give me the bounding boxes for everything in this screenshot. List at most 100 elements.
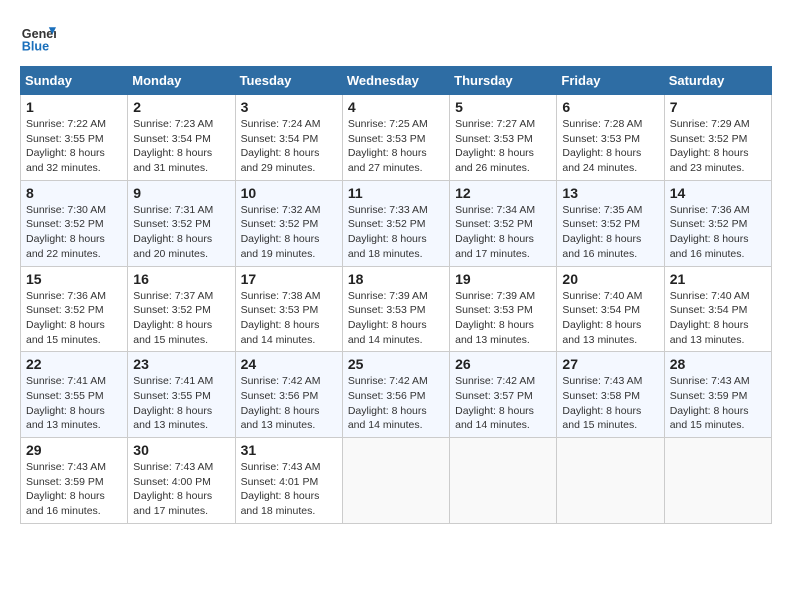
day-number: 8 [26, 185, 122, 201]
calendar-day-cell: 26 Sunrise: 7:42 AM Sunset: 3:57 PM Dayl… [450, 352, 557, 438]
day-info: Sunrise: 7:27 AM Sunset: 3:53 PM Dayligh… [455, 117, 551, 176]
day-info: Sunrise: 7:23 AM Sunset: 3:54 PM Dayligh… [133, 117, 229, 176]
calendar-day-cell: 2 Sunrise: 7:23 AM Sunset: 3:54 PM Dayli… [128, 95, 235, 181]
day-info: Sunrise: 7:43 AM Sunset: 4:00 PM Dayligh… [133, 460, 229, 519]
calendar-day-cell: 10 Sunrise: 7:32 AM Sunset: 3:52 PM Dayl… [235, 180, 342, 266]
weekday-header-friday: Friday [557, 67, 664, 95]
day-info: Sunrise: 7:33 AM Sunset: 3:52 PM Dayligh… [348, 203, 444, 262]
day-info: Sunrise: 7:31 AM Sunset: 3:52 PM Dayligh… [133, 203, 229, 262]
calendar-day-cell [342, 438, 449, 524]
calendar-day-cell: 16 Sunrise: 7:37 AM Sunset: 3:52 PM Dayl… [128, 266, 235, 352]
day-info: Sunrise: 7:40 AM Sunset: 3:54 PM Dayligh… [562, 289, 658, 348]
day-info: Sunrise: 7:24 AM Sunset: 3:54 PM Dayligh… [241, 117, 337, 176]
weekday-header-monday: Monday [128, 67, 235, 95]
day-number: 27 [562, 356, 658, 372]
day-info: Sunrise: 7:32 AM Sunset: 3:52 PM Dayligh… [241, 203, 337, 262]
day-info: Sunrise: 7:29 AM Sunset: 3:52 PM Dayligh… [670, 117, 766, 176]
day-number: 14 [670, 185, 766, 201]
day-info: Sunrise: 7:35 AM Sunset: 3:52 PM Dayligh… [562, 203, 658, 262]
day-number: 9 [133, 185, 229, 201]
calendar-day-cell: 21 Sunrise: 7:40 AM Sunset: 3:54 PM Dayl… [664, 266, 771, 352]
day-number: 24 [241, 356, 337, 372]
day-number: 26 [455, 356, 551, 372]
calendar-day-cell: 30 Sunrise: 7:43 AM Sunset: 4:00 PM Dayl… [128, 438, 235, 524]
day-number: 10 [241, 185, 337, 201]
calendar-day-cell: 19 Sunrise: 7:39 AM Sunset: 3:53 PM Dayl… [450, 266, 557, 352]
day-number: 28 [670, 356, 766, 372]
calendar-day-cell: 1 Sunrise: 7:22 AM Sunset: 3:55 PM Dayli… [21, 95, 128, 181]
weekday-header-row: SundayMondayTuesdayWednesdayThursdayFrid… [21, 67, 772, 95]
day-info: Sunrise: 7:30 AM Sunset: 3:52 PM Dayligh… [26, 203, 122, 262]
day-info: Sunrise: 7:40 AM Sunset: 3:54 PM Dayligh… [670, 289, 766, 348]
logo-icon: General Blue [20, 20, 56, 56]
logo: General Blue [20, 20, 56, 56]
day-number: 1 [26, 99, 122, 115]
day-info: Sunrise: 7:37 AM Sunset: 3:52 PM Dayligh… [133, 289, 229, 348]
day-number: 6 [562, 99, 658, 115]
day-info: Sunrise: 7:43 AM Sunset: 3:59 PM Dayligh… [26, 460, 122, 519]
day-number: 23 [133, 356, 229, 372]
day-number: 11 [348, 185, 444, 201]
day-number: 22 [26, 356, 122, 372]
calendar-day-cell: 15 Sunrise: 7:36 AM Sunset: 3:52 PM Dayl… [21, 266, 128, 352]
calendar-week-row: 22 Sunrise: 7:41 AM Sunset: 3:55 PM Dayl… [21, 352, 772, 438]
calendar-week-row: 8 Sunrise: 7:30 AM Sunset: 3:52 PM Dayli… [21, 180, 772, 266]
calendar-week-row: 29 Sunrise: 7:43 AM Sunset: 3:59 PM Dayl… [21, 438, 772, 524]
day-number: 20 [562, 271, 658, 287]
weekday-header-wednesday: Wednesday [342, 67, 449, 95]
calendar-day-cell: 7 Sunrise: 7:29 AM Sunset: 3:52 PM Dayli… [664, 95, 771, 181]
calendar-day-cell: 17 Sunrise: 7:38 AM Sunset: 3:53 PM Dayl… [235, 266, 342, 352]
day-number: 12 [455, 185, 551, 201]
day-number: 29 [26, 442, 122, 458]
day-info: Sunrise: 7:34 AM Sunset: 3:52 PM Dayligh… [455, 203, 551, 262]
day-info: Sunrise: 7:42 AM Sunset: 3:56 PM Dayligh… [348, 374, 444, 433]
day-number: 3 [241, 99, 337, 115]
day-info: Sunrise: 7:43 AM Sunset: 3:59 PM Dayligh… [670, 374, 766, 433]
calendar-day-cell: 14 Sunrise: 7:36 AM Sunset: 3:52 PM Dayl… [664, 180, 771, 266]
calendar-day-cell: 4 Sunrise: 7:25 AM Sunset: 3:53 PM Dayli… [342, 95, 449, 181]
calendar-day-cell: 28 Sunrise: 7:43 AM Sunset: 3:59 PM Dayl… [664, 352, 771, 438]
calendar-day-cell: 12 Sunrise: 7:34 AM Sunset: 3:52 PM Dayl… [450, 180, 557, 266]
calendar-day-cell: 6 Sunrise: 7:28 AM Sunset: 3:53 PM Dayli… [557, 95, 664, 181]
calendar-day-cell: 5 Sunrise: 7:27 AM Sunset: 3:53 PM Dayli… [450, 95, 557, 181]
day-info: Sunrise: 7:36 AM Sunset: 3:52 PM Dayligh… [670, 203, 766, 262]
calendar-day-cell: 25 Sunrise: 7:42 AM Sunset: 3:56 PM Dayl… [342, 352, 449, 438]
day-number: 18 [348, 271, 444, 287]
day-number: 19 [455, 271, 551, 287]
day-info: Sunrise: 7:41 AM Sunset: 3:55 PM Dayligh… [133, 374, 229, 433]
day-info: Sunrise: 7:38 AM Sunset: 3:53 PM Dayligh… [241, 289, 337, 348]
page-header: General Blue [20, 20, 772, 56]
calendar-week-row: 1 Sunrise: 7:22 AM Sunset: 3:55 PM Dayli… [21, 95, 772, 181]
weekday-header-sunday: Sunday [21, 67, 128, 95]
day-info: Sunrise: 7:42 AM Sunset: 3:57 PM Dayligh… [455, 374, 551, 433]
day-number: 17 [241, 271, 337, 287]
day-info: Sunrise: 7:25 AM Sunset: 3:53 PM Dayligh… [348, 117, 444, 176]
calendar-day-cell: 20 Sunrise: 7:40 AM Sunset: 3:54 PM Dayl… [557, 266, 664, 352]
calendar-day-cell: 11 Sunrise: 7:33 AM Sunset: 3:52 PM Dayl… [342, 180, 449, 266]
day-info: Sunrise: 7:43 AM Sunset: 3:58 PM Dayligh… [562, 374, 658, 433]
day-number: 21 [670, 271, 766, 287]
day-info: Sunrise: 7:42 AM Sunset: 3:56 PM Dayligh… [241, 374, 337, 433]
calendar-week-row: 15 Sunrise: 7:36 AM Sunset: 3:52 PM Dayl… [21, 266, 772, 352]
calendar-table: SundayMondayTuesdayWednesdayThursdayFrid… [20, 66, 772, 524]
day-info: Sunrise: 7:39 AM Sunset: 3:53 PM Dayligh… [348, 289, 444, 348]
day-info: Sunrise: 7:39 AM Sunset: 3:53 PM Dayligh… [455, 289, 551, 348]
day-number: 2 [133, 99, 229, 115]
day-number: 31 [241, 442, 337, 458]
day-info: Sunrise: 7:41 AM Sunset: 3:55 PM Dayligh… [26, 374, 122, 433]
calendar-day-cell: 9 Sunrise: 7:31 AM Sunset: 3:52 PM Dayli… [128, 180, 235, 266]
calendar-day-cell: 3 Sunrise: 7:24 AM Sunset: 3:54 PM Dayli… [235, 95, 342, 181]
weekday-header-tuesday: Tuesday [235, 67, 342, 95]
day-number: 4 [348, 99, 444, 115]
calendar-day-cell: 13 Sunrise: 7:35 AM Sunset: 3:52 PM Dayl… [557, 180, 664, 266]
calendar-day-cell [664, 438, 771, 524]
day-number: 13 [562, 185, 658, 201]
day-number: 16 [133, 271, 229, 287]
calendar-day-cell: 24 Sunrise: 7:42 AM Sunset: 3:56 PM Dayl… [235, 352, 342, 438]
calendar-day-cell: 18 Sunrise: 7:39 AM Sunset: 3:53 PM Dayl… [342, 266, 449, 352]
weekday-header-saturday: Saturday [664, 67, 771, 95]
weekday-header-thursday: Thursday [450, 67, 557, 95]
calendar-day-cell: 31 Sunrise: 7:43 AM Sunset: 4:01 PM Dayl… [235, 438, 342, 524]
day-info: Sunrise: 7:22 AM Sunset: 3:55 PM Dayligh… [26, 117, 122, 176]
day-info: Sunrise: 7:36 AM Sunset: 3:52 PM Dayligh… [26, 289, 122, 348]
